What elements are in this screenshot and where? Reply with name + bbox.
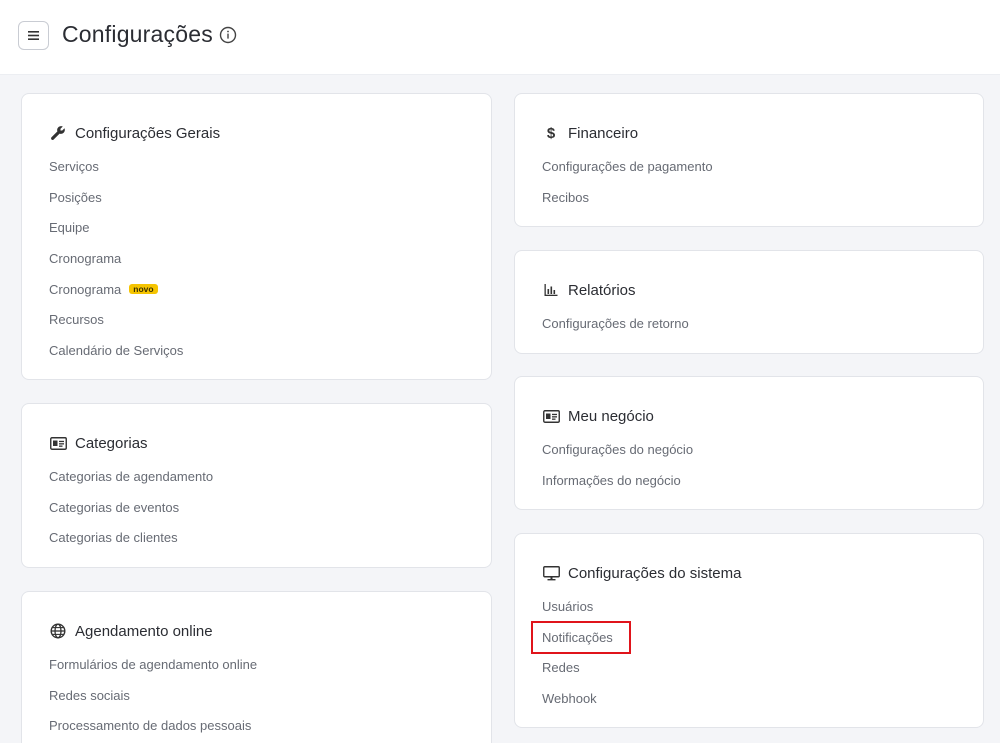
link-posicoes[interactable]: Posições: [49, 189, 102, 207]
link-redes[interactable]: Redes: [542, 659, 580, 677]
card-general-settings: Configurações Gerais Serviços Posições E…: [21, 93, 492, 380]
top-bar: Configurações: [0, 0, 1000, 75]
card-title-categories: Categorias: [49, 433, 148, 453]
card-title-text: Categorias: [75, 434, 148, 452]
card-reports: Relatórios Configurações de retorno: [514, 250, 984, 354]
link-processamento-dados[interactable]: Processamento de dados pessoais: [49, 717, 251, 735]
new-badge: novo: [129, 284, 158, 294]
link-notificacoes[interactable]: Notificações: [542, 629, 613, 647]
link-informacoes-negocio[interactable]: Informações do negócio: [542, 472, 681, 490]
link-webhook[interactable]: Webhook: [542, 690, 597, 708]
link-redes-sociais[interactable]: Redes sociais: [49, 687, 130, 705]
id-card-icon: [542, 408, 560, 424]
card-title-business: Meu negócio: [542, 406, 654, 426]
card-title-general: Configurações Gerais: [49, 123, 220, 143]
link-configuracoes-pagamento[interactable]: Configurações de pagamento: [542, 158, 713, 176]
card-title-reports: Relatórios: [542, 280, 636, 300]
bar-chart-icon: [542, 282, 560, 298]
link-calendario-servicos[interactable]: Calendário de Serviços: [49, 342, 183, 360]
globe-icon: [49, 623, 67, 639]
card-title-text: Financeiro: [568, 124, 639, 142]
card-title-text: Agendamento online: [75, 622, 213, 640]
menu-toggle-button[interactable]: [18, 21, 49, 50]
dollar-icon: $: [546, 124, 556, 142]
card-finance: $ Financeiro Configurações de pagamento …: [514, 93, 984, 227]
card-title-text: Configurações Gerais: [75, 124, 221, 142]
link-cronograma-novo[interactable]: Cronograma novo: [49, 281, 158, 299]
link-configuracoes-retorno[interactable]: Configurações de retorno: [542, 315, 689, 333]
link-usuarios[interactable]: Usuários: [542, 598, 593, 616]
monitor-icon: [542, 565, 560, 581]
link-equipe[interactable]: Equipe: [49, 219, 89, 237]
id-card-icon: [49, 435, 67, 451]
link-recibos[interactable]: Recibos: [542, 189, 589, 207]
page-title: Configurações: [62, 21, 213, 47]
link-label: Cronograma: [49, 282, 122, 297]
wrench-icon: [49, 125, 67, 141]
link-recursos[interactable]: Recursos: [49, 311, 104, 329]
info-icon[interactable]: [219, 26, 237, 44]
link-configuracoes-negocio[interactable]: Configurações do negócio: [542, 441, 693, 459]
hamburger-icon: [28, 31, 39, 40]
link-categorias-eventos[interactable]: Categorias de eventos: [49, 499, 179, 517]
card-my-business: Meu negócio Configurações do negócio Inf…: [514, 376, 984, 510]
card-title-online: Agendamento online: [49, 621, 213, 641]
link-categorias-clientes[interactable]: Categorias de clientes: [49, 529, 178, 547]
card-title-system: Configurações do sistema: [542, 563, 741, 583]
card-title-text: Meu negócio: [568, 407, 654, 425]
card-title-finance: $ Financeiro: [542, 123, 638, 143]
link-servicos[interactable]: Serviços: [49, 158, 99, 176]
card-online-booking: Agendamento online Formulários de agenda…: [21, 591, 492, 743]
card-title-text: Configurações do sistema: [568, 564, 742, 582]
link-formularios-agendamento[interactable]: Formulários de agendamento online: [49, 656, 257, 674]
card-categories: Categorias Categorias de agendamento Cat…: [21, 403, 492, 568]
link-categorias-agendamento[interactable]: Categorias de agendamento: [49, 468, 213, 486]
link-cronograma[interactable]: Cronograma: [49, 250, 121, 268]
card-system-settings: Configurações do sistema Usuários Notifi…: [514, 533, 984, 728]
card-title-text: Relatórios: [568, 281, 636, 299]
